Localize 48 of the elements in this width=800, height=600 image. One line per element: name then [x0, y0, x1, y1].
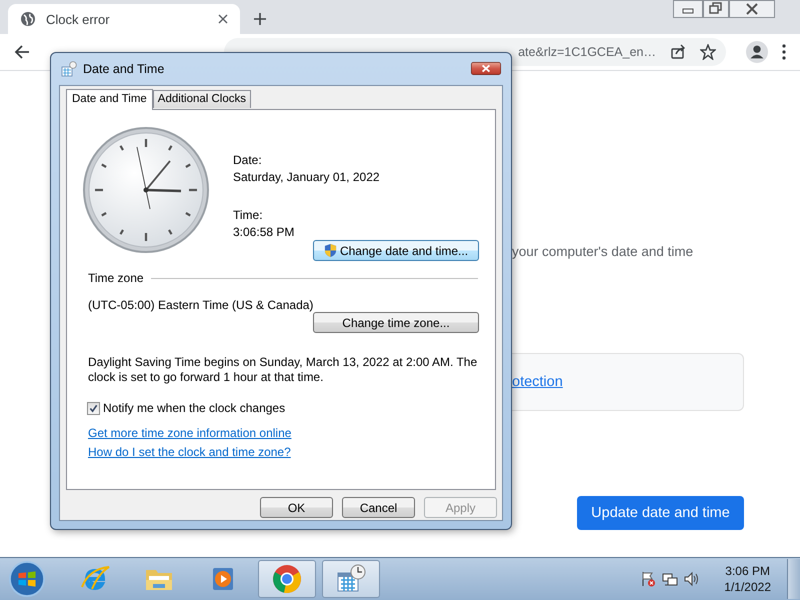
- menu-icon[interactable]: [782, 44, 786, 60]
- date-value: Saturday, January 01, 2022: [233, 170, 380, 184]
- check-icon: [89, 404, 98, 412]
- section-heading: Time zone: [88, 271, 144, 285]
- change-time-zone-button[interactable]: Change time zone...: [313, 312, 479, 333]
- help-link[interactable]: How do I set the clock and time zone?: [88, 445, 291, 459]
- volume-icon[interactable]: [684, 571, 700, 587]
- address-text[interactable]: ate&rlz=1C1GCEA_en…: [518, 45, 656, 59]
- globe-icon: [20, 11, 36, 27]
- link[interactable]: otection: [512, 374, 563, 390]
- close-icon[interactable]: [729, 0, 775, 18]
- dialog-button[interactable]: OK: [260, 497, 333, 518]
- time-label: Time:: [233, 208, 264, 222]
- flag-error-icon[interactable]: [640, 571, 656, 587]
- shield-icon: [324, 243, 337, 258]
- network-icon[interactable]: [662, 571, 678, 587]
- tab[interactable]: Date and Time: [66, 89, 153, 110]
- checkbox[interactable]: [87, 402, 100, 414]
- dialog-button[interactable]: Cancel: [342, 497, 415, 518]
- back-icon[interactable]: [14, 44, 30, 60]
- close-button[interactable]: [471, 59, 501, 78]
- description-text: your computer's date and time: [512, 244, 694, 259]
- start-orb-icon[interactable]: [8, 560, 46, 598]
- time-value: 3:06:58 PM: [233, 225, 296, 239]
- profile-icon[interactable]: [746, 41, 768, 63]
- taskbar-button[interactable]: [258, 560, 316, 598]
- close-icon[interactable]: [218, 14, 228, 24]
- update-button[interactable]: Update date and time: [577, 496, 744, 530]
- show-desktop-button[interactable]: [787, 559, 800, 599]
- new-tab-icon[interactable]: [254, 13, 266, 25]
- calendar-clock-icon: [61, 61, 77, 77]
- minimize-icon[interactable]: [673, 0, 703, 18]
- share-icon[interactable]: [670, 44, 686, 60]
- dst-note: Daylight Saving Time begins on Sunday, March 13, 2022 at 2:00 AM. The clock is set to go forward 1 hour at that time.: [88, 355, 478, 385]
- date-label: Date:: [233, 153, 263, 167]
- chrome-icon: [271, 563, 303, 595]
- notify-checkbox[interactable]: Notify me when the clock changes: [87, 401, 286, 415]
- time-zone-value: (UTC-05:00) Eastern Time (US & Canada): [88, 298, 314, 312]
- restore-icon[interactable]: [703, 0, 729, 18]
- help-link[interactable]: Get more time zone information online: [88, 426, 292, 440]
- window-title: Date and Time: [83, 62, 164, 76]
- bookmark-star-icon[interactable]: [700, 44, 716, 60]
- taskbar-button[interactable]: [322, 560, 380, 598]
- clock-date[interactable]: 1/1/2022: [724, 579, 771, 595]
- clock-time[interactable]: 3:06 PM: [725, 563, 770, 579]
- change-date-time-button[interactable]: Change date and time...: [313, 240, 479, 261]
- tab[interactable]: Additional Clocks: [152, 90, 252, 108]
- browser-tab[interactable]: Clock error: [8, 4, 240, 34]
